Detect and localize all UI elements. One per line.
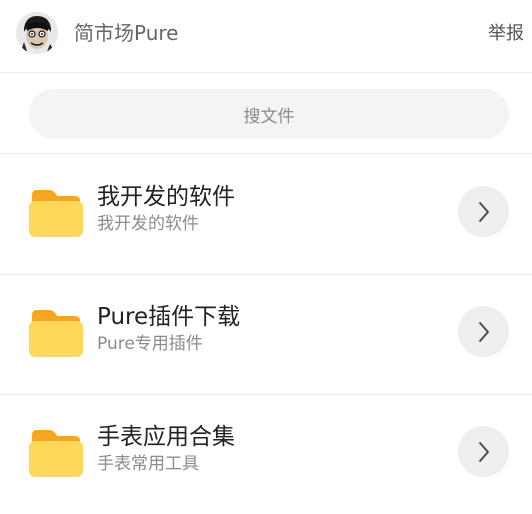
header: 简市场Pure 举报 [0,0,532,73]
folder-icon [29,310,83,357]
open-folder-button[interactable] [458,306,509,357]
search-bar: 搜文件 [0,74,532,154]
list-item[interactable]: Pure插件下载 Pure专用插件 [0,275,532,395]
chevron-right-icon [478,321,489,342]
open-folder-button[interactable] [458,186,509,237]
folder-subtitle: 手表常用工具 [97,454,199,474]
list-item[interactable]: 手表应用合集 手表常用工具 [0,395,532,514]
folder-title: Pure插件下载 [97,304,241,330]
folder-list: 我开发的软件 我开发的软件 Pure插件下载 Pure专用插件 手表应用合集 手… [0,155,532,514]
folder-icon [29,190,83,237]
list-item[interactable]: 我开发的软件 我开发的软件 [0,155,532,275]
owner-name: 简市场Pure [74,21,179,45]
report-link[interactable]: 举报 [488,21,524,47]
file-share-page: 简市场Pure 举报 搜文件 我开发的软件 我开发的软件 Pure插件下载 Pu… [0,0,532,514]
folder-subtitle: 我开发的软件 [97,214,199,234]
avatar-image [16,12,58,54]
folder-title: 我开发的软件 [97,184,235,210]
folder-icon [29,430,83,477]
chevron-right-icon [478,201,489,222]
open-folder-button[interactable] [458,426,509,477]
search-input[interactable]: 搜文件 [29,89,509,139]
folder-title: 手表应用合集 [97,424,235,450]
folder-subtitle: Pure专用插件 [97,334,203,354]
chevron-right-icon [478,441,489,462]
avatar[interactable] [16,12,58,54]
